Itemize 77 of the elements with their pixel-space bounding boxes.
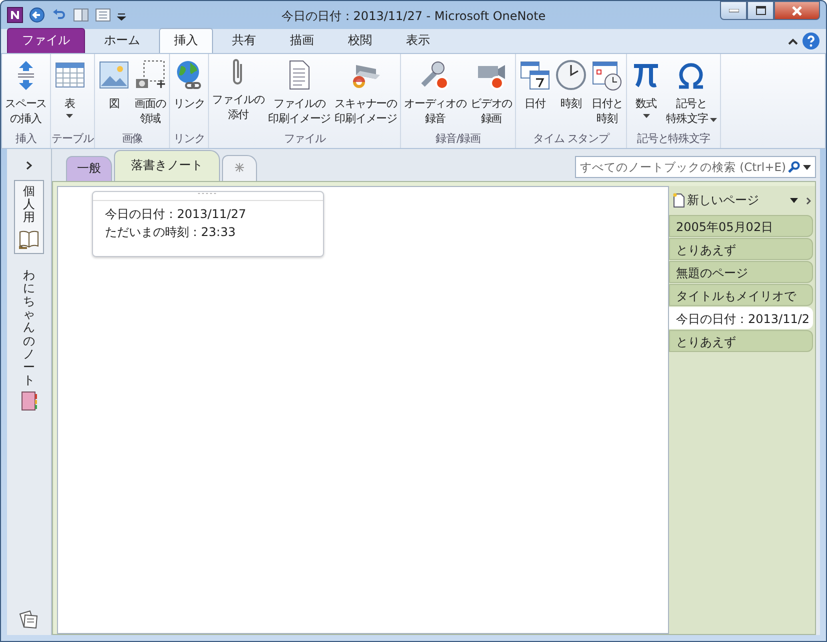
ribbon-button[interactable]: 画面の 領域 [132, 54, 168, 131]
maximize-icon [756, 6, 766, 15]
section-tab[interactable]: 落書きノート [114, 150, 220, 181]
page-tab[interactable]: 2005年05月02日 [669, 215, 813, 237]
notebook-icon [21, 391, 37, 412]
ribbon-button[interactable]: ビデオの 録画 [468, 54, 514, 131]
unfiled-notes-icon[interactable] [18, 609, 40, 629]
clock-icon [555, 59, 588, 91]
ribbon-button[interactable]: 表 [52, 54, 88, 131]
screen-clip-icon [134, 59, 166, 91]
sparkle-icon [235, 163, 244, 172]
note-text: ただいまの時刻：23:33 [105, 224, 237, 241]
ribbon-button[interactable]: 日付と 時刻 [589, 54, 626, 131]
help-icon[interactable] [802, 32, 820, 50]
group-label: リンク [172, 131, 206, 147]
ribbon-button[interactable]: 時刻 [553, 54, 590, 131]
group-label: 記号と特殊文字 [636, 131, 711, 147]
new-page-button[interactable]: 新しいページ [673, 192, 782, 209]
note-container[interactable]: 今日の日付：2013/11/27 ただいまの時刻：23:33 [92, 191, 324, 257]
page-tab[interactable]: 今日の日付：2013/11/2 [669, 307, 813, 329]
ribbon-button[interactable]: リンク [171, 54, 208, 131]
ribbon-button[interactable]: 記号と 特殊文字 [664, 54, 719, 131]
section-tab[interactable]: 一般 [66, 156, 112, 181]
expand-chevron-icon[interactable] [26, 161, 32, 170]
chevron-right-icon[interactable] [806, 196, 811, 204]
ribbon-button[interactable]: 日付 [517, 54, 554, 131]
window-title: 今日の日付：2013/11/27 - Microsoft OneNote [281, 8, 546, 25]
calendar-clock-icon [591, 59, 624, 91]
page-canvas[interactable]: 今日の日付：2013/11/27 ただいまの時刻：23:33 [57, 186, 669, 634]
ribbon-button[interactable]: スキャナーの 印刷イメージ [332, 54, 400, 131]
ribbon-tab[interactable]: 挿入 [159, 28, 213, 53]
onenote-logo-icon[interactable] [7, 7, 23, 23]
ribbon-tab[interactable]: 共有 [217, 28, 271, 53]
note-text: 今日の日付：2013/11/27 [105, 206, 248, 223]
ribbon-button[interactable]: オーディオの 録音 [402, 54, 468, 131]
ribbon-button[interactable]: 図 [96, 54, 132, 131]
ribbon-tab[interactable]: 校閲 [333, 28, 387, 53]
close-button[interactable] [774, 1, 820, 20]
maximize-button[interactable] [747, 1, 774, 20]
paperclip-icon [233, 59, 244, 87]
group-label: 挿入 [14, 131, 38, 147]
ribbon-button[interactable]: スペース の挿入 [3, 54, 49, 131]
ribbon-button[interactable]: 数式 [628, 54, 664, 131]
page-tab[interactable]: とりあえず [669, 238, 813, 260]
open-book-icon [18, 228, 40, 249]
minimize-button[interactable] [720, 1, 747, 20]
grip-icon [197, 192, 219, 195]
close-icon [791, 6, 803, 16]
notebook-item[interactable]: 個人用 [14, 180, 44, 254]
ribbon-tab[interactable]: 描画 [275, 28, 329, 53]
ribbon-tab[interactable]: ホーム [89, 28, 155, 53]
group-label: 画像 [120, 131, 144, 147]
page-tab[interactable]: 無題のページ [669, 261, 813, 283]
group-label: テーブル [52, 131, 94, 147]
caret-icon[interactable] [790, 198, 798, 203]
minimize-icon [728, 8, 738, 12]
microphone-icon [419, 59, 452, 91]
search-icon [788, 161, 800, 173]
new-page-icon [673, 193, 685, 208]
group-label: 録音/録画 [434, 131, 482, 147]
ribbon-tab[interactable]: 表示 [391, 28, 445, 53]
ribbon-button[interactable]: ファイルの 印刷イメージ [266, 54, 333, 131]
page-tab[interactable]: とりあえず [669, 330, 813, 352]
ribbon-button[interactable]: ファイルの 添付 [210, 54, 266, 131]
caret-icon [803, 164, 811, 170]
notebook-item[interactable]: わにちゃんのノート [14, 264, 44, 416]
collapse-ribbon-icon[interactable] [788, 38, 798, 44]
page-tab[interactable]: タイトルもメイリオで [669, 284, 813, 306]
group-label: ファイル [282, 131, 327, 147]
back-icon[interactable] [29, 7, 45, 23]
group-label: タイム スタンプ [532, 131, 611, 147]
search-field[interactable]: すべてのノートブックの検索 (Ctrl+E) [575, 156, 816, 178]
dock-icon[interactable] [73, 7, 89, 23]
calendar-icon [519, 59, 552, 91]
page-view-icon[interactable] [95, 7, 111, 23]
file-tab[interactable]: ファイル [7, 28, 85, 53]
picture-icon [98, 59, 130, 91]
